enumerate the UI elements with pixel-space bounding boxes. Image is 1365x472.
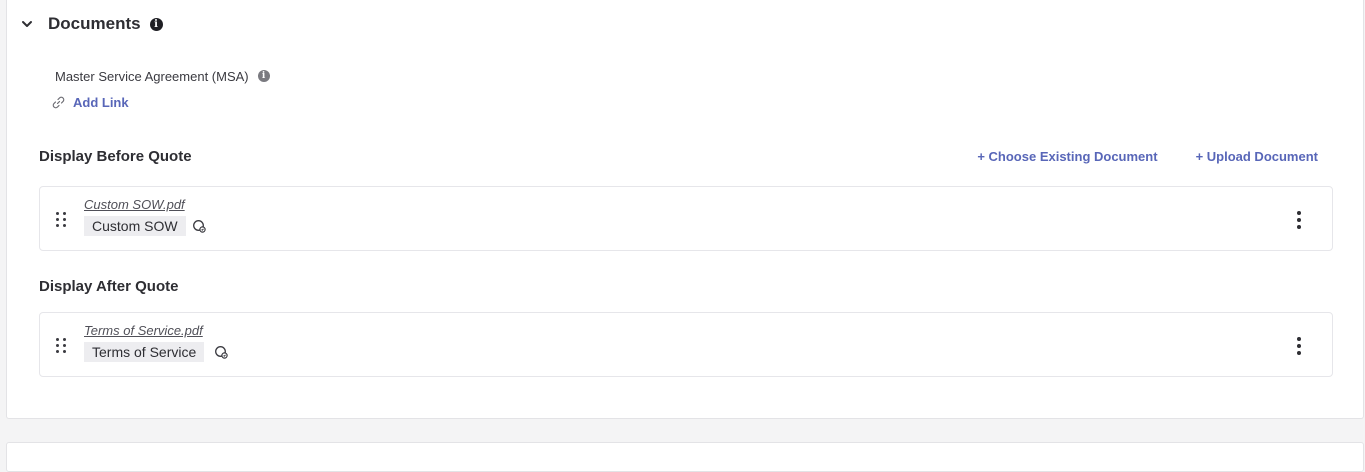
document-file-link[interactable]: Custom SOW.pdf xyxy=(84,197,185,212)
add-link-button[interactable]: Add Link xyxy=(52,93,129,111)
more-options-icon[interactable] xyxy=(1296,211,1302,229)
more-options-icon[interactable] xyxy=(1296,337,1302,355)
document-actions: + Choose Existing Document + Upload Docu… xyxy=(977,149,1318,164)
document-file-link[interactable]: Terms of Service.pdf xyxy=(84,323,203,338)
msa-row: Master Service Agreement (MSA) i xyxy=(55,67,270,85)
display-before-quote-title: Display Before Quote xyxy=(39,148,192,165)
section-title: Documents xyxy=(48,14,141,33)
next-section-panel xyxy=(6,442,1364,472)
document-card: Terms of Service.pdf Terms of Service xyxy=(39,312,1333,377)
document-tag: Custom SOW xyxy=(84,216,186,236)
info-icon[interactable]: i xyxy=(149,17,163,31)
tag-settings-icon[interactable] xyxy=(192,219,207,234)
documents-section-toggle[interactable]: Documents i xyxy=(20,12,163,36)
upload-document-button[interactable]: + Upload Document xyxy=(1196,149,1318,164)
display-after-quote-title: Display After Quote xyxy=(39,278,179,295)
add-link-label: Add Link xyxy=(73,94,129,110)
document-card: Custom SOW.pdf Custom SOW xyxy=(39,186,1333,251)
link-icon xyxy=(52,96,65,109)
drag-handle-icon[interactable] xyxy=(56,212,66,227)
document-tag: Terms of Service xyxy=(84,342,205,362)
choose-existing-document-button[interactable]: + Choose Existing Document xyxy=(977,149,1157,164)
chevron-down-icon xyxy=(20,17,34,31)
msa-info-icon[interactable]: i xyxy=(257,70,270,82)
msa-label: Master Service Agreement (MSA) xyxy=(55,68,249,84)
drag-handle-icon[interactable] xyxy=(56,338,66,353)
tag-settings-icon[interactable] xyxy=(214,345,229,360)
documents-panel: Documents i Master Service Agreement (MS… xyxy=(6,0,1364,419)
